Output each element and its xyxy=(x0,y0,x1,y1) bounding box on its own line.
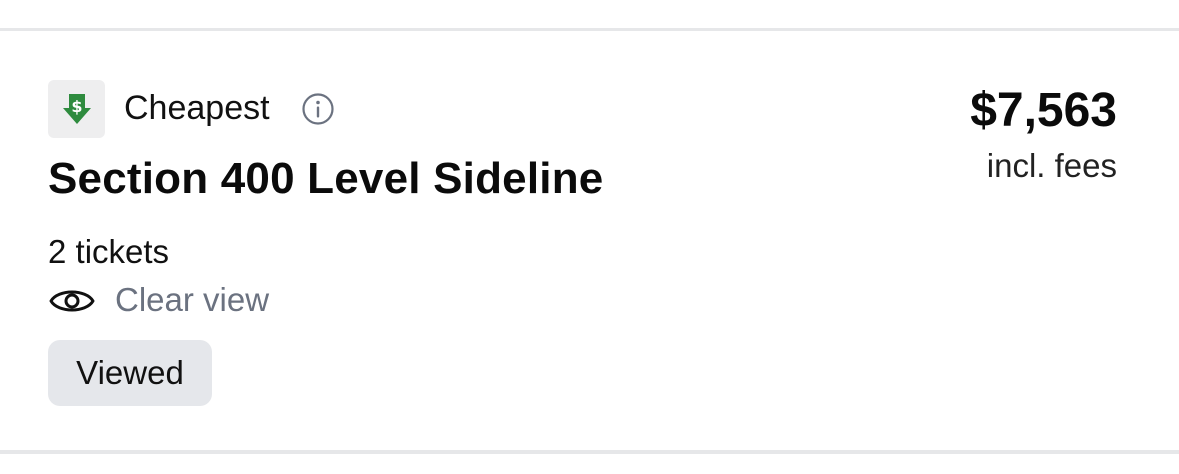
view-quality-label: Clear view xyxy=(115,281,270,318)
cheapest-badge-icon: $ xyxy=(48,80,105,138)
bottom-divider xyxy=(0,450,1179,454)
section-title: Section 400 Level Sideline xyxy=(48,154,604,203)
eye-icon xyxy=(49,290,95,312)
svg-text:$: $ xyxy=(71,97,82,116)
ticket-count: 2 tickets xyxy=(48,233,170,270)
cheapest-label: Cheapest xyxy=(124,89,270,127)
viewed-badge: Viewed xyxy=(48,340,212,406)
price: $7,563 xyxy=(970,84,1117,137)
price-fees-note: incl. fees xyxy=(986,147,1117,184)
info-icon[interactable] xyxy=(301,92,335,126)
dollar-down-arrow-icon: $ xyxy=(62,94,91,124)
